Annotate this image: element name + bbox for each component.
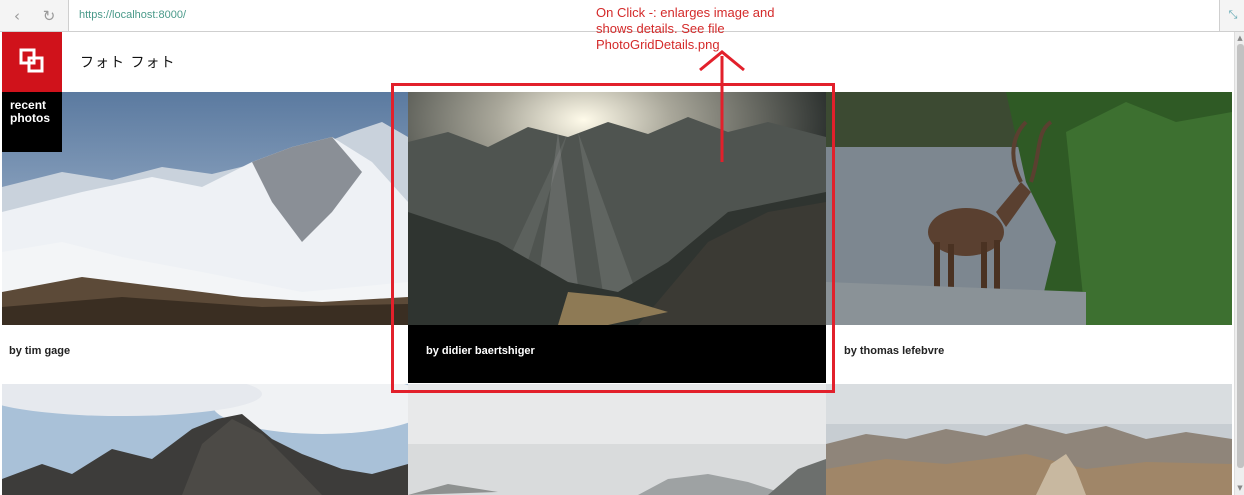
page-scrollbar[interactable]: ▲ ▼ [1234,32,1244,495]
annotation-line3: PhotoGridDetails.png [596,37,720,52]
photo-credit: by didier baertshiger [408,325,826,383]
scrollbar-thumb[interactable] [1237,44,1244,468]
annotation-arrow-icon [699,50,745,162]
collapse-arrows-icon[interactable]: ⤡ [1226,7,1240,23]
back-arrow-icon[interactable]: ‹ [6,6,28,26]
photo-credit: by thomas lefebvre [826,325,1232,383]
recent-photos-label[interactable]: recent photos [2,92,62,152]
photo-card[interactable]: by thomas lefebvre [826,92,1232,384]
annotation-line2: shows details. See file [596,21,725,36]
photo-card[interactable] [408,384,826,495]
reload-icon[interactable]: ↻ [38,6,60,26]
annotation-line1: On Click -: enlarges image and [596,5,775,20]
overlapping-squares-icon [19,48,44,73]
hazy-mountain-photo [408,384,826,495]
photo-credit: by tim gage [2,325,408,383]
desert-mountains-photo [826,384,1232,495]
app-logo[interactable] [2,32,62,92]
photo-card-selected[interactable]: by didier baertshiger [408,92,826,384]
recent-label-line2: photos [10,111,50,125]
photo-card[interactable] [826,384,1232,495]
rocky-peaks-photo [2,384,408,495]
annotation-note: On Click -: enlarges image and shows det… [596,5,816,53]
photo-card[interactable] [2,384,408,495]
caribou-river-photo [826,92,1232,325]
sunrays-valley-photo [408,92,826,325]
scroll-up-icon[interactable]: ▲ [1236,34,1244,42]
app-title: フォト フォト [80,55,176,71]
scroll-down-icon[interactable]: ▼ [1236,484,1244,492]
photo-card[interactable]: by tim gage [2,92,408,384]
snowy-mountain-photo [2,92,408,325]
